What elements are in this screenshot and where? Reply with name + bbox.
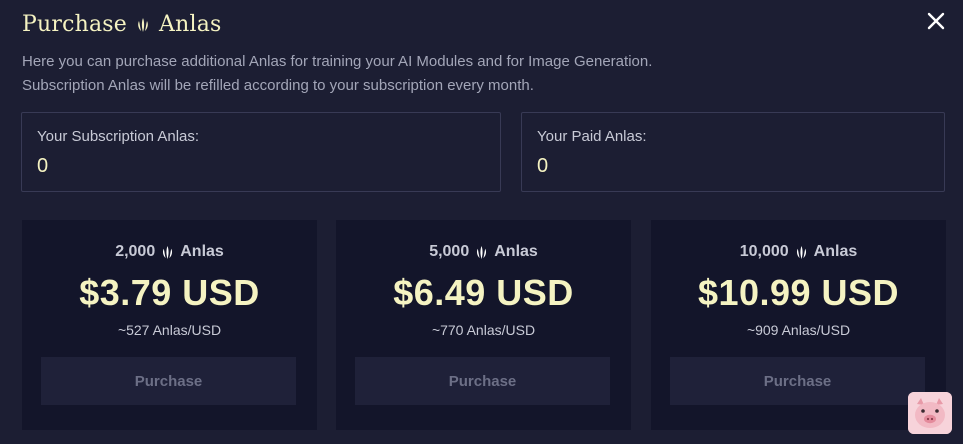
package-amount: 5,000 Anlas [336, 243, 631, 261]
package-card: 5,000 Anlas $6.49 USD ~770 Anlas/USD Pur… [336, 220, 631, 430]
description-line-2: Subscription Anlas will be refilled acco… [22, 77, 534, 94]
modal-description: Here you can purchase additional Anlas f… [22, 50, 652, 98]
close-icon [927, 12, 945, 30]
subscription-anlas-box: Your Subscription Anlas: 0 [21, 112, 501, 192]
anlas-icon [135, 17, 151, 33]
package-amount-unit: Anlas [180, 243, 224, 260]
purchase-button[interactable]: Purchase [41, 357, 296, 405]
package-amount-unit: Anlas [813, 243, 858, 260]
package-amount: 10,000 Anlas [651, 243, 946, 261]
paid-anlas-value: 0 [537, 155, 549, 177]
modal-title: Purchase Anlas [22, 12, 222, 37]
purchase-button[interactable]: Purchase [670, 357, 925, 405]
paid-anlas-label: Your Paid Anlas: [537, 128, 647, 145]
purchase-anlas-modal: Purchase Anlas Here you can purchase add… [0, 0, 963, 444]
close-button[interactable] [925, 10, 947, 32]
pig-icon[interactable] [908, 392, 952, 434]
package-amount-value: 10,000 [739, 243, 789, 260]
package-price: $6.49 USD [393, 272, 574, 313]
anlas-icon [474, 245, 489, 260]
package-rate: ~770 Anlas/USD [431, 322, 536, 338]
title-suffix: Anlas [159, 12, 222, 37]
subscription-anlas-label: Your Subscription Anlas: [37, 128, 200, 145]
package-card: 10,000 Anlas $10.99 USD ~909 Anlas/USD P… [651, 220, 946, 430]
description-line-1: Here you can purchase additional Anlas f… [22, 53, 653, 70]
package-amount-value: 5,000 [429, 243, 470, 260]
purchase-button[interactable]: Purchase [355, 357, 610, 405]
anlas-icon [794, 245, 809, 260]
subscription-anlas-value: 0 [37, 155, 49, 177]
package-amount-value: 2,000 [115, 243, 156, 260]
package-price: $10.99 USD [697, 272, 900, 313]
package-amount-unit: Anlas [494, 243, 538, 260]
anlas-icon [160, 245, 175, 260]
package-rate: ~527 Anlas/USD [117, 322, 222, 338]
package-rate: ~909 Anlas/USD [746, 322, 851, 338]
paid-anlas-box: Your Paid Anlas: 0 [521, 112, 945, 192]
package-price: $3.79 USD [79, 272, 260, 313]
package-card: 2,000 Anlas $3.79 USD ~527 Anlas/USD Pur… [22, 220, 317, 430]
title-prefix: Purchase [22, 12, 128, 37]
package-amount: 2,000 Anlas [22, 243, 317, 261]
